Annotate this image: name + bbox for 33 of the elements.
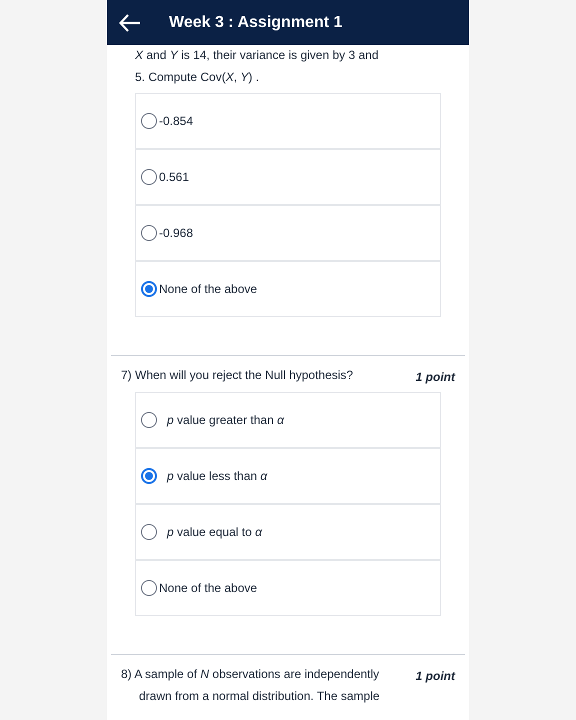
question-text: drawn from a normal distribution. The sample <box>138 688 381 705</box>
back-arrow-icon[interactable] <box>119 14 141 32</box>
option-label: None of the above <box>159 580 258 597</box>
question-text: 7) When will you reject the Null hypothesis? <box>121 367 354 384</box>
radio-button[interactable] <box>141 169 157 185</box>
option-card[interactable]: p value less than α <box>135 448 441 504</box>
option-card[interactable]: None of the above <box>135 560 441 616</box>
points-label: 1 point <box>416 668 455 685</box>
question-text: X and Y is 14, their variance is given by 3 and <box>135 47 380 63</box>
option-label: None of the above <box>159 281 258 298</box>
question-text: 5. Compute Cov(X, Y) . <box>135 69 260 85</box>
header-title: Week 3 : Assignment 1 <box>169 12 342 32</box>
option-card[interactable]: p value greater than α <box>135 392 441 448</box>
points-label: 1 point <box>416 369 455 386</box>
option-card[interactable]: 0.561 <box>135 149 441 205</box>
radio-button[interactable] <box>141 580 157 596</box>
option-card[interactable]: -0.854 <box>135 93 441 149</box>
radio-button[interactable] <box>141 225 157 241</box>
question-text: 8) A sample of N observations are independently <box>121 666 380 683</box>
option-label: p value less than α <box>167 468 268 485</box>
option-label: p value greater than α <box>167 412 284 429</box>
option-label: -0.854 <box>159 113 194 130</box>
option-card[interactable]: p value equal to α <box>135 504 441 560</box>
option-label: p value equal to α <box>167 524 262 541</box>
option-card[interactable]: None of the above <box>135 261 441 317</box>
radio-button[interactable] <box>141 524 157 540</box>
radio-button[interactable] <box>141 468 157 484</box>
option-card[interactable]: -0.968 <box>135 205 441 261</box>
option-label: 0.561 <box>159 169 190 186</box>
option-label: -0.968 <box>159 225 194 242</box>
radio-button[interactable] <box>141 113 157 129</box>
radio-button[interactable] <box>141 281 157 297</box>
radio-button[interactable] <box>141 412 157 428</box>
